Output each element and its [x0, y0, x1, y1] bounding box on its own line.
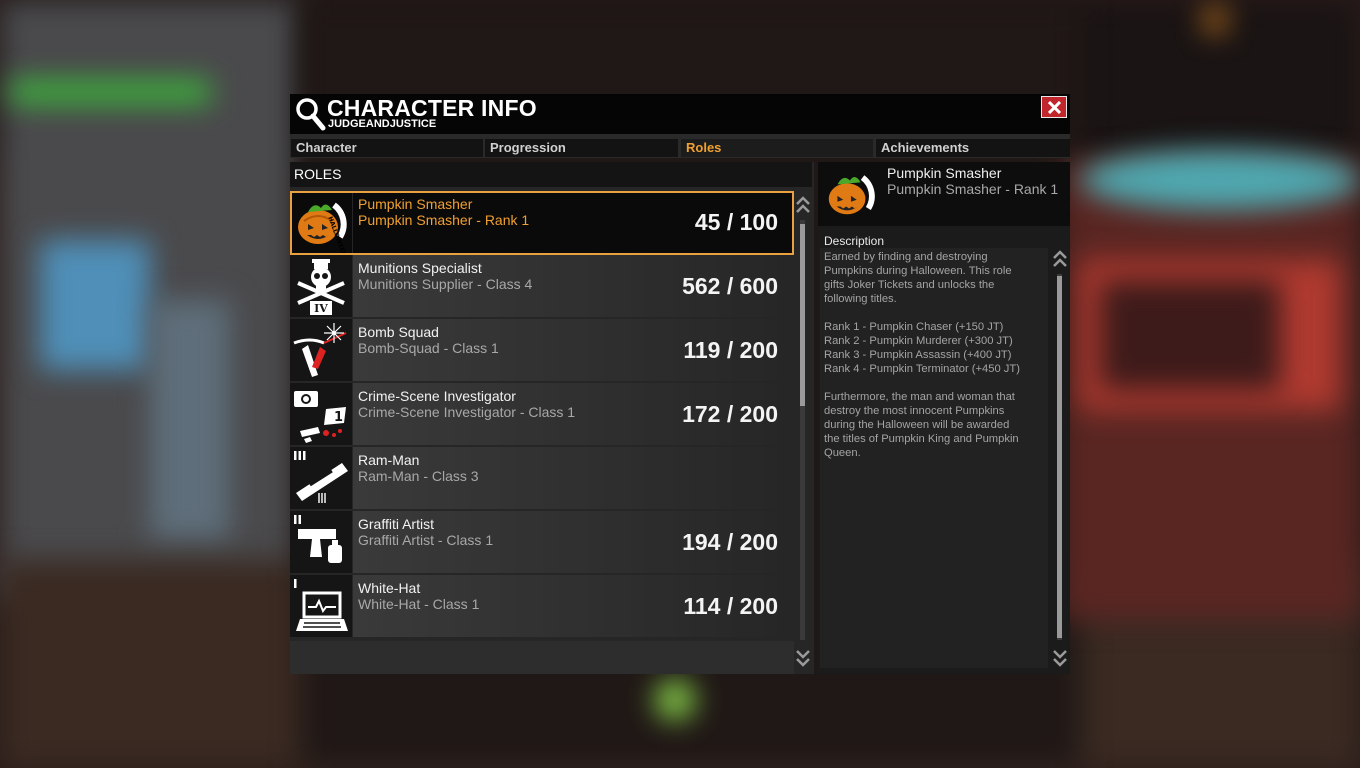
spray-can-icon	[294, 515, 342, 563]
svg-text:IV: IV	[314, 302, 328, 315]
role-name: Ram-Man	[358, 452, 420, 468]
desc-scroll-down-icon[interactable]	[1052, 645, 1068, 669]
role-class: Munitions Supplier - Class 4	[358, 276, 533, 292]
role-name: Crime-Scene Investigator	[358, 388, 516, 404]
tab-achievements[interactable]: Achievements	[876, 139, 1070, 157]
role-row-white-hat[interactable]: White-Hat White-Hat - Class 1 114 / 200	[290, 575, 794, 637]
detail-role-class: Pumpkin Smasher - Rank 1	[887, 181, 1059, 197]
wire-cutter-icon	[293, 323, 347, 377]
role-class: White-Hat - Class 1	[358, 596, 480, 612]
role-name: Pumpkin Smasher	[358, 196, 473, 212]
description-text: Earned by finding and destroying Pumpkin…	[824, 251, 1020, 459]
role-row-graffiti-artist[interactable]: Graffiti Artist Graffiti Artist - Class …	[290, 511, 794, 573]
description-scrollbar-thumb[interactable]	[1057, 276, 1062, 638]
player-name: JUDGEANDJUSTICE	[328, 118, 437, 130]
role-row-crime-scene-investigator[interactable]: 1 Crime-Scene Investigator Crime-Scene I…	[290, 383, 794, 445]
role-class: Ram-Man - Class 3	[358, 468, 479, 484]
role-progress: 562 / 600	[682, 273, 778, 299]
role-progress: 114 / 200	[683, 593, 778, 619]
camera-evidence-icon: 1	[294, 391, 346, 443]
roles-panel: ROLES HALLOWEEN Pumpkin Smasher Pumpkin …	[290, 162, 814, 674]
role-progress: 194 / 200	[682, 529, 778, 555]
role-row-munitions-specialist[interactable]: IV Munitions Specialist Munitions Suppli…	[290, 255, 794, 317]
role-class: Crime-Scene Investigator - Class 1	[358, 404, 576, 420]
window-header[interactable]: CHARACTER INFO JUDGEANDJUSTICE	[290, 94, 1070, 134]
role-progress: 119 / 200	[683, 337, 778, 363]
halloween-pumpkin-icon	[828, 175, 875, 215]
role-row-bomb-squad[interactable]: Bomb Squad Bomb-Squad - Class 1 119 / 20…	[290, 319, 794, 381]
role-progress: 172 / 200	[682, 401, 778, 427]
role-name: White-Hat	[358, 580, 421, 596]
role-name: Graffiti Artist	[358, 516, 434, 532]
role-row-pumpkin-smasher[interactable]: HALLOWEEN Pumpkin Smasher Pumpkin Smashe…	[290, 191, 794, 258]
tab-bar: Character Progression Roles Achievements	[290, 134, 1070, 158]
role-class: Bomb-Squad - Class 1	[358, 340, 499, 356]
skull-crossed-knives-icon: IV	[297, 259, 345, 315]
role-class: Graffiti Artist - Class 1	[358, 532, 494, 548]
halloween-pumpkin-icon: HALLOWEEN	[298, 202, 347, 258]
laptop-icon	[294, 579, 348, 631]
magnifier-icon	[296, 98, 326, 131]
tab-roles[interactable]: Roles	[681, 139, 873, 157]
tab-character[interactable]: Character	[291, 139, 483, 157]
role-name: Bomb Squad	[358, 324, 439, 340]
svg-text:1: 1	[334, 410, 343, 425]
role-progress: 45 / 100	[694, 209, 778, 235]
scroll-down-icon[interactable]	[795, 645, 811, 669]
role-name: Munitions Specialist	[358, 260, 482, 276]
close-button[interactable]	[1041, 96, 1067, 118]
desc-scroll-up-icon[interactable]	[1052, 248, 1068, 272]
roles-scrollbar-thumb[interactable]	[800, 224, 805, 406]
detail-role-name: Pumpkin Smasher	[887, 165, 1002, 181]
roles-footer	[290, 641, 794, 674]
role-class: Pumpkin Smasher - Rank 1	[358, 212, 530, 228]
description-label: Description	[824, 234, 885, 248]
character-info-window: CHARACTER INFO JUDGEANDJUSTICE Character…	[290, 94, 1070, 674]
scroll-up-icon[interactable]	[795, 194, 811, 218]
battering-ram-icon	[294, 451, 348, 503]
role-row-ram-man[interactable]: Ram-Man Ram-Man - Class 3	[290, 447, 794, 509]
role-detail-panel: Pumpkin Smasher Pumpkin Smasher - Rank 1…	[818, 162, 1070, 674]
roles-heading: ROLES	[290, 162, 812, 187]
tab-progression[interactable]: Progression	[485, 139, 678, 157]
close-icon	[1048, 101, 1061, 114]
role-detail-header: Pumpkin Smasher Pumpkin Smasher - Rank 1	[818, 162, 1070, 226]
